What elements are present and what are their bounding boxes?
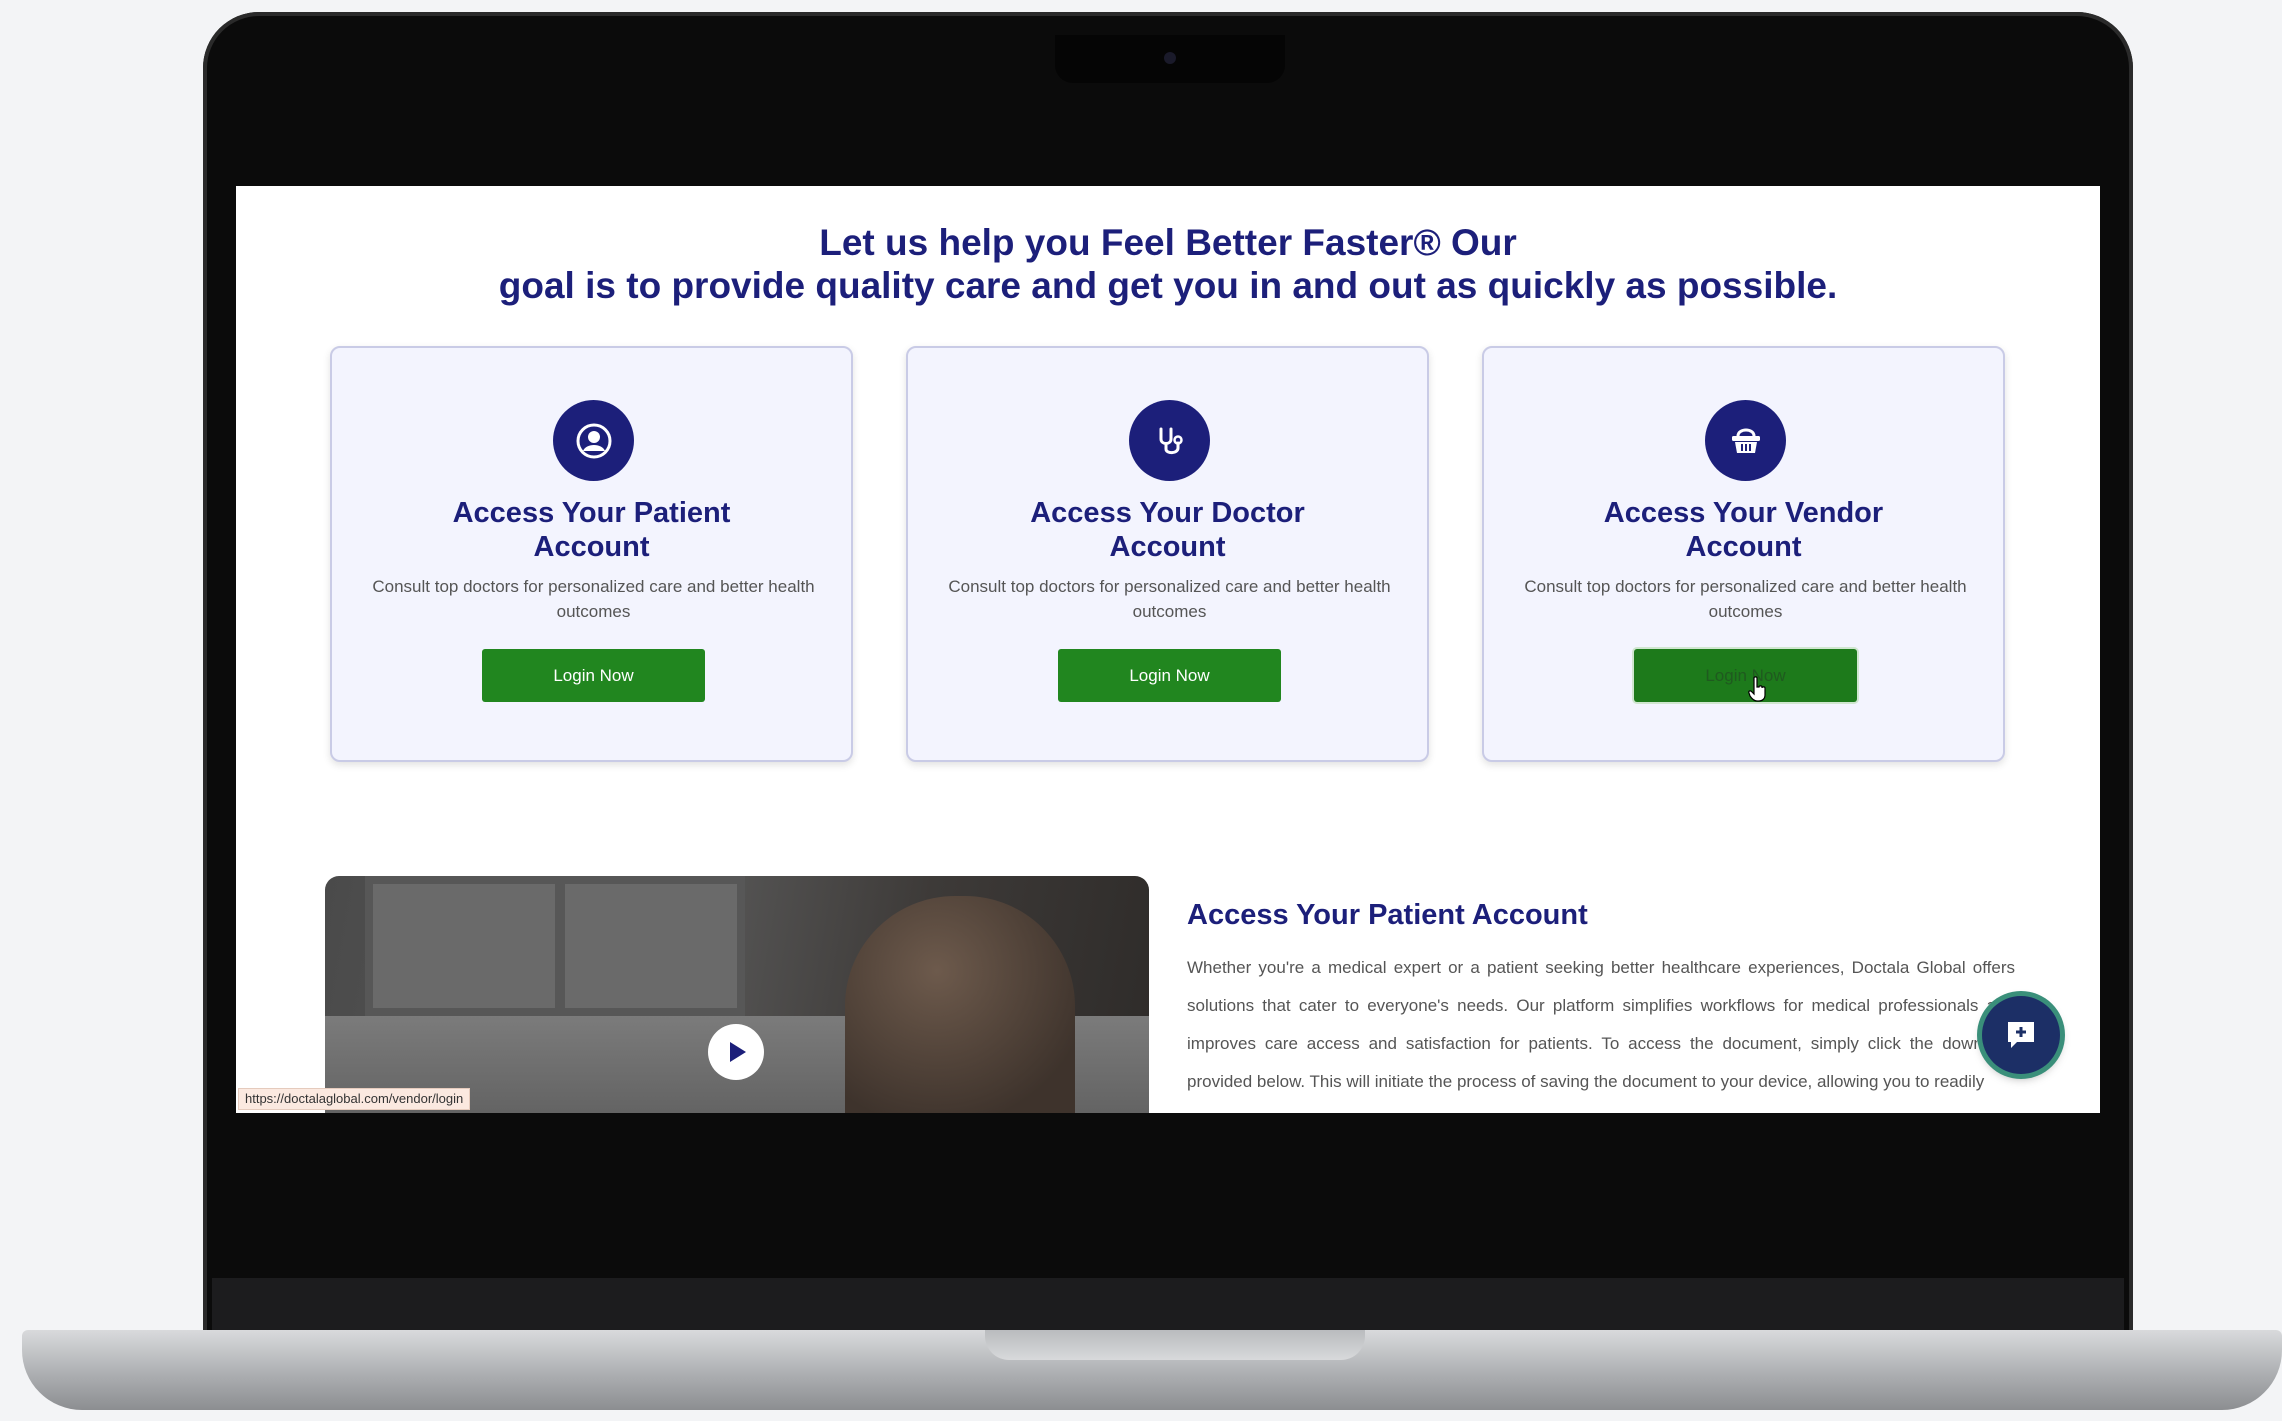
card-title: Access Your Patient Account xyxy=(332,496,851,564)
doctor-account-card: Access Your Doctor Account Consult top d… xyxy=(906,346,1429,762)
video-thumbnail[interactable] xyxy=(325,876,1149,1113)
card-title-line-2: Account xyxy=(533,531,650,563)
play-icon[interactable] xyxy=(708,1024,764,1080)
page-headline: Let us help you Feel Better Faster® Our … xyxy=(236,221,2100,307)
info-section-text: Whether you're a medical expert or a pat… xyxy=(1187,958,2015,1091)
doctor-login-button[interactable]: Login Now xyxy=(1058,649,1281,702)
basket-icon xyxy=(1705,400,1786,481)
video-window-pane xyxy=(555,876,565,1016)
card-title-line-2: Account xyxy=(1685,531,1802,563)
card-title: Access Your Doctor Account xyxy=(908,496,1427,564)
laptop-hinge xyxy=(212,1278,2124,1330)
camera-icon xyxy=(1164,52,1176,64)
card-description: Consult top doctors for personalized car… xyxy=(948,577,1391,621)
patient-account-card: Access Your Patient Account Consult top … xyxy=(330,346,853,762)
card-title-line-2: Account xyxy=(1109,531,1226,563)
browser-viewport: Let us help you Feel Better Faster® Our … xyxy=(236,186,2100,1113)
laptop-base-groove xyxy=(985,1330,1365,1360)
status-bar-url: https://doctalaglobal.com/vendor/login xyxy=(238,1088,471,1110)
headline-line-2: goal is to provide quality care and get … xyxy=(498,265,1838,306)
stethoscope-icon xyxy=(1129,400,1210,481)
vendor-account-card: Access Your Vendor Account Consult top d… xyxy=(1482,346,2005,762)
user-circle-icon xyxy=(553,400,634,481)
pointer-cursor-icon xyxy=(1748,676,1766,702)
info-section-title: Access Your Patient Account xyxy=(1187,899,1588,931)
card-title: Access Your Vendor Account xyxy=(1484,496,2003,564)
card-title-line-1: Access Your Doctor xyxy=(1030,497,1305,529)
vendor-login-button[interactable]: Login Now xyxy=(1634,649,1857,702)
card-description: Consult top doctors for personalized car… xyxy=(372,577,815,621)
headline-line-1: Let us help you Feel Better Faster® Our xyxy=(819,222,1517,263)
card-description: Consult top doctors for personalized car… xyxy=(1524,577,1967,621)
patient-login-button[interactable]: Login Now xyxy=(482,649,705,702)
card-title-line-1: Access Your Patient xyxy=(452,497,731,529)
chat-plus-icon[interactable] xyxy=(1982,996,2060,1074)
card-title-line-1: Access Your Vendor xyxy=(1603,497,1884,529)
video-person-scene xyxy=(845,896,1075,1113)
